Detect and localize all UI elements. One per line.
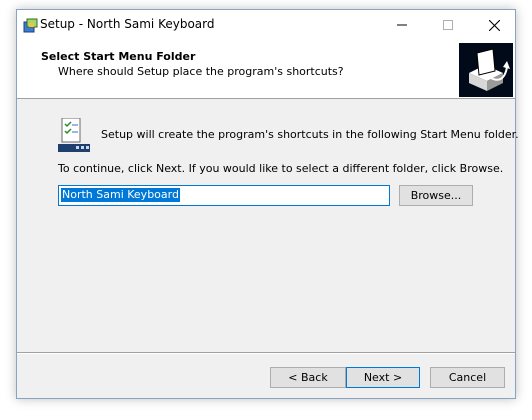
start-menu-folder-field[interactable]: North Sami Keyboard bbox=[58, 185, 390, 206]
page-subtitle: Where should Setup place the program's s… bbox=[58, 65, 344, 78]
start-menu-folder-icon bbox=[58, 118, 90, 152]
maximize-icon bbox=[443, 20, 453, 30]
intro-text: Setup will create the program's shortcut… bbox=[101, 128, 519, 141]
cancel-button[interactable]: Cancel bbox=[430, 367, 505, 388]
minimize-button[interactable] bbox=[379, 10, 425, 40]
back-button[interactable]: < Back bbox=[270, 367, 346, 388]
close-button[interactable] bbox=[471, 10, 517, 40]
wizard-header: Select Start Menu Folder Where should Se… bbox=[17, 40, 515, 99]
minimize-icon bbox=[397, 24, 407, 26]
maximize-button[interactable] bbox=[425, 10, 471, 40]
setup-app-icon bbox=[23, 18, 38, 33]
footer-divider bbox=[17, 352, 515, 354]
setup-window: Setup - North Sami Keyboard Select Start… bbox=[16, 9, 519, 399]
folder-field-value: North Sami Keyboard bbox=[61, 188, 180, 202]
browse-button[interactable]: Browse... bbox=[399, 185, 473, 206]
window-title: Setup - North Sami Keyboard bbox=[40, 17, 215, 31]
wizard-body: Setup will create the program's shortcut… bbox=[17, 99, 519, 353]
installer-box-icon bbox=[459, 43, 513, 97]
close-icon bbox=[488, 19, 500, 31]
page-title: Select Start Menu Folder bbox=[41, 50, 196, 63]
title-bar[interactable]: Setup - North Sami Keyboard bbox=[17, 10, 515, 40]
next-button[interactable]: Next > bbox=[346, 367, 420, 388]
instruction-text: To continue, click Next. If you would li… bbox=[58, 162, 504, 175]
